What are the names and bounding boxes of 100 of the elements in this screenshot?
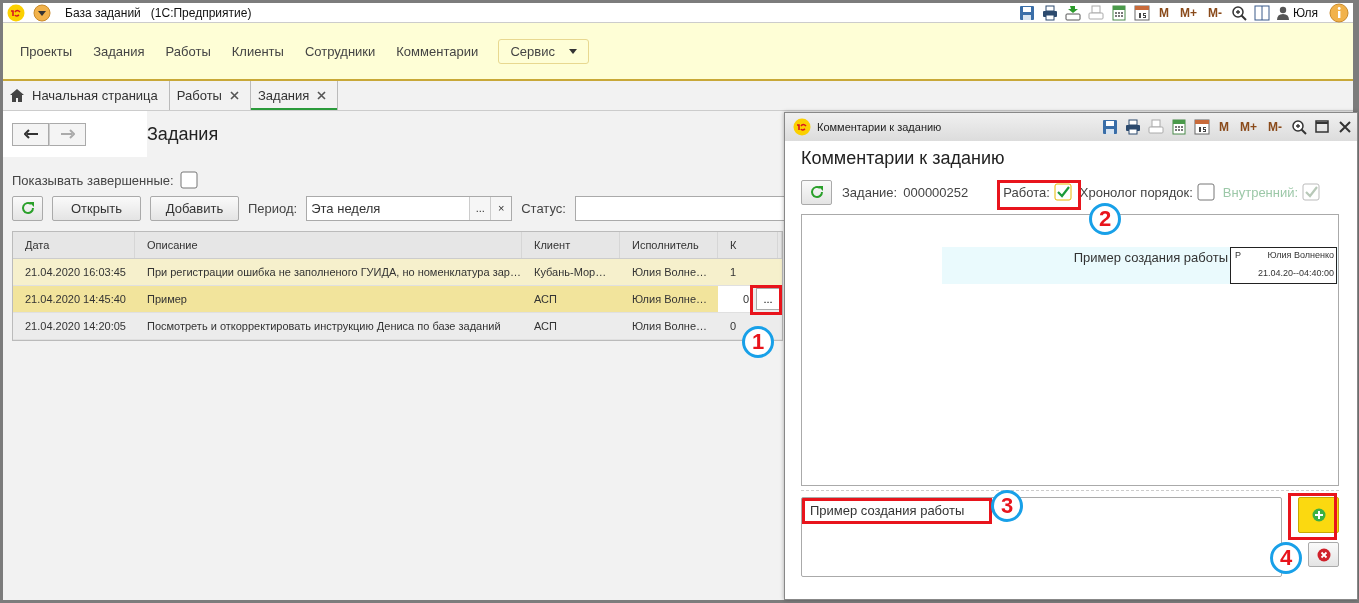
highlight-frame	[1288, 493, 1337, 540]
app-logo-icon	[7, 3, 25, 22]
task-number: 000000252	[903, 184, 969, 200]
dropdown-icon[interactable]	[33, 3, 51, 22]
ellipsis-button[interactable]: ...	[756, 288, 780, 310]
back-button[interactable]	[12, 122, 49, 146]
save-icon[interactable]	[1102, 119, 1118, 135]
dialog-title: Комментарии к заданию	[817, 121, 942, 133]
menu-item[interactable]: Сотрудники	[304, 43, 376, 59]
zoom-icon[interactable]	[1230, 4, 1247, 21]
add-button[interactable]	[1298, 497, 1339, 533]
memory-button[interactable]: M+	[1240, 120, 1257, 134]
clear-button[interactable]: ×	[490, 196, 512, 220]
caret-icon	[568, 48, 577, 54]
calendar-icon[interactable]	[1194, 119, 1210, 135]
menu-item[interactable]: Проекты	[20, 43, 73, 59]
column-header[interactable]: К	[718, 232, 778, 258]
table-cell-text: 21.04.2020 16:03:45	[24, 265, 127, 280]
menu-item[interactable]: Комментарии	[396, 43, 479, 59]
menu-item[interactable]: Клиенты	[231, 43, 284, 59]
window-subtitle: (1С:Предприятие)	[150, 5, 252, 20]
refresh-button[interactable]	[12, 195, 43, 221]
calendar-icon[interactable]	[1133, 4, 1150, 21]
tab[interactable]: Задания	[250, 81, 339, 110]
printer-icon[interactable]	[1125, 119, 1141, 135]
choose-button[interactable]: ...	[469, 196, 491, 220]
table-cell-text: Посмотреть и откорректировать инструкцию Дениса по базе заданий	[146, 319, 502, 334]
toolbar-button[interactable]: Добавить	[150, 195, 239, 221]
column-header[interactable]: Описание	[135, 232, 522, 258]
panels-icon[interactable]	[1253, 4, 1270, 21]
memory-button[interactable]: M-	[1268, 120, 1282, 134]
maximize-icon[interactable]	[1314, 119, 1330, 135]
close-icon[interactable]	[1337, 119, 1353, 135]
memory-button[interactable]: M	[1158, 5, 1169, 20]
menu-item[interactable]: Работы	[165, 43, 211, 59]
checkbox[interactable]	[1053, 183, 1072, 201]
period-field[interactable]: Эта неделя ... ×	[306, 195, 513, 221]
tab[interactable]: Начальная страница	[3, 81, 170, 110]
table-cell: АСП	[522, 286, 620, 312]
comment-time: 21.04.20--04:40:00	[1256, 268, 1334, 278]
printer-icon[interactable]	[1041, 4, 1058, 21]
table-cell: Пример	[135, 286, 522, 312]
back-arrow-icon	[23, 129, 38, 139]
field-label: Период:	[248, 200, 298, 216]
table-cell: 21.04.2020 14:45:40	[13, 286, 135, 312]
window-title: База заданий	[65, 5, 141, 20]
info-icon[interactable]	[1329, 2, 1349, 23]
delete-button[interactable]	[1308, 542, 1339, 567]
column-header[interactable]: Дата	[13, 232, 135, 258]
checkbox[interactable]	[179, 171, 198, 189]
checkbox-label: Хронолог порядок:	[1079, 184, 1193, 200]
memory-button[interactable]: M	[1219, 120, 1229, 134]
app-logo-icon	[793, 118, 811, 136]
column-header[interactable]: Клиент	[522, 232, 620, 258]
comment-text: Пример создания работы	[1072, 249, 1229, 267]
memory-button[interactable]: M-	[1207, 5, 1222, 20]
forward-arrow-icon	[60, 129, 75, 139]
plus-icon	[1311, 508, 1326, 522]
calculator-icon[interactable]	[1110, 4, 1127, 21]
refresh-button[interactable]	[801, 179, 832, 205]
highlight-frame	[750, 285, 782, 315]
table-cell-text: 0	[729, 319, 738, 334]
table-cell-text: Юлия Волне…	[631, 265, 709, 280]
checkbox-label: Внутренний:	[1222, 184, 1299, 200]
table-cell-text: 1	[729, 265, 738, 280]
form-heading: Комментарии к заданию	[801, 148, 1006, 169]
refresh-icon	[809, 185, 824, 199]
user-name[interactable]: Юля	[1292, 5, 1318, 20]
checkbox[interactable]	[1196, 183, 1215, 201]
field-label: Статус:	[521, 200, 566, 216]
table-cell: 0	[718, 286, 751, 312]
user-icon	[1276, 5, 1289, 20]
close-icon[interactable]	[229, 91, 239, 100]
table-row[interactable]: 21.04.2020 14:45:40 Пример АСП Юлия Волне… 0 ...	[13, 286, 782, 313]
memory-button[interactable]: M+	[1179, 5, 1197, 20]
table-row[interactable]: 21.04.2020 16:03:45 При регистрации ошибка не заполненого ГУИДА, но номенклатура зар… Кубань-Мор… Юлия Волне… 1	[13, 259, 782, 286]
save-icon[interactable]	[1018, 4, 1035, 21]
tab[interactable]: Работы	[169, 81, 251, 110]
export-icon[interactable]	[1064, 4, 1081, 21]
table-cell-text: Кубань-Мор…	[533, 265, 608, 280]
refresh-icon	[20, 201, 35, 215]
table-cell: Юлия Волне…	[620, 286, 718, 312]
delete-icon	[1316, 547, 1331, 562]
comment-author: Юлия Волненко	[1267, 250, 1334, 260]
checkbox-label: Показывать завершенные:	[12, 172, 174, 188]
toolbar-button[interactable]: Открыть	[52, 195, 141, 221]
checkbox-label: Работа:	[1003, 184, 1050, 200]
close-icon[interactable]	[317, 91, 327, 100]
column-header[interactable]: Исполнитель	[620, 232, 718, 258]
home-icon	[10, 89, 24, 102]
calculator-icon[interactable]	[1171, 119, 1187, 135]
service-menu-button[interactable]: Сервис	[498, 38, 590, 64]
zoom-icon[interactable]	[1291, 119, 1307, 135]
comment-mark: Р	[1235, 250, 1241, 260]
table-cell-text: При регистрации ошибка не заполненого ГУИДА, но номенклатура зар…	[146, 265, 522, 280]
table-cell-text: АСП	[533, 319, 558, 334]
table-cell-text: 21.04.2020 14:20:05	[24, 319, 127, 334]
page-title: Задания	[147, 123, 219, 145]
table-cell-text: Юлия Волне…	[631, 319, 709, 334]
menu-item[interactable]: Задания	[93, 43, 145, 59]
